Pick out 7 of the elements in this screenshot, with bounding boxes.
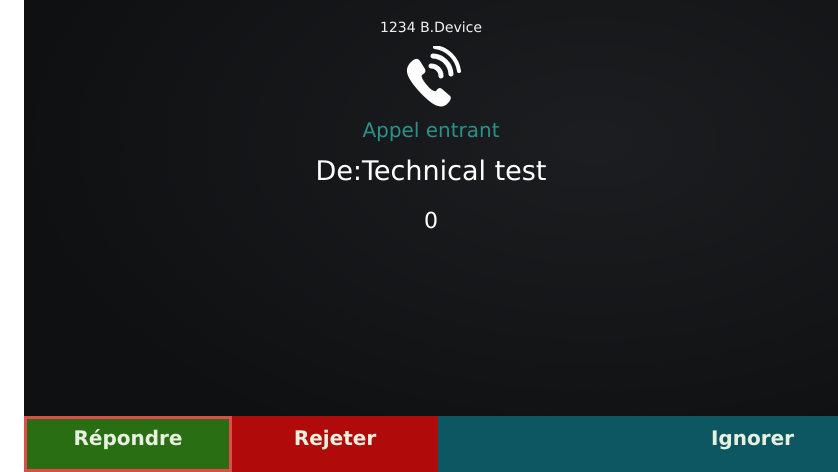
- device-title: 1234 B.Device: [380, 20, 482, 36]
- call-timer: 0: [424, 209, 438, 234]
- softkey-button[interactable]: Rejeter: [232, 416, 438, 472]
- softkey-button[interactable]: Répondre: [24, 416, 232, 472]
- softkey-button[interactable]: Ignorer: [438, 416, 838, 472]
- caller-name: De:Technical test: [316, 156, 546, 187]
- call-status: Appel entrant: [362, 118, 500, 142]
